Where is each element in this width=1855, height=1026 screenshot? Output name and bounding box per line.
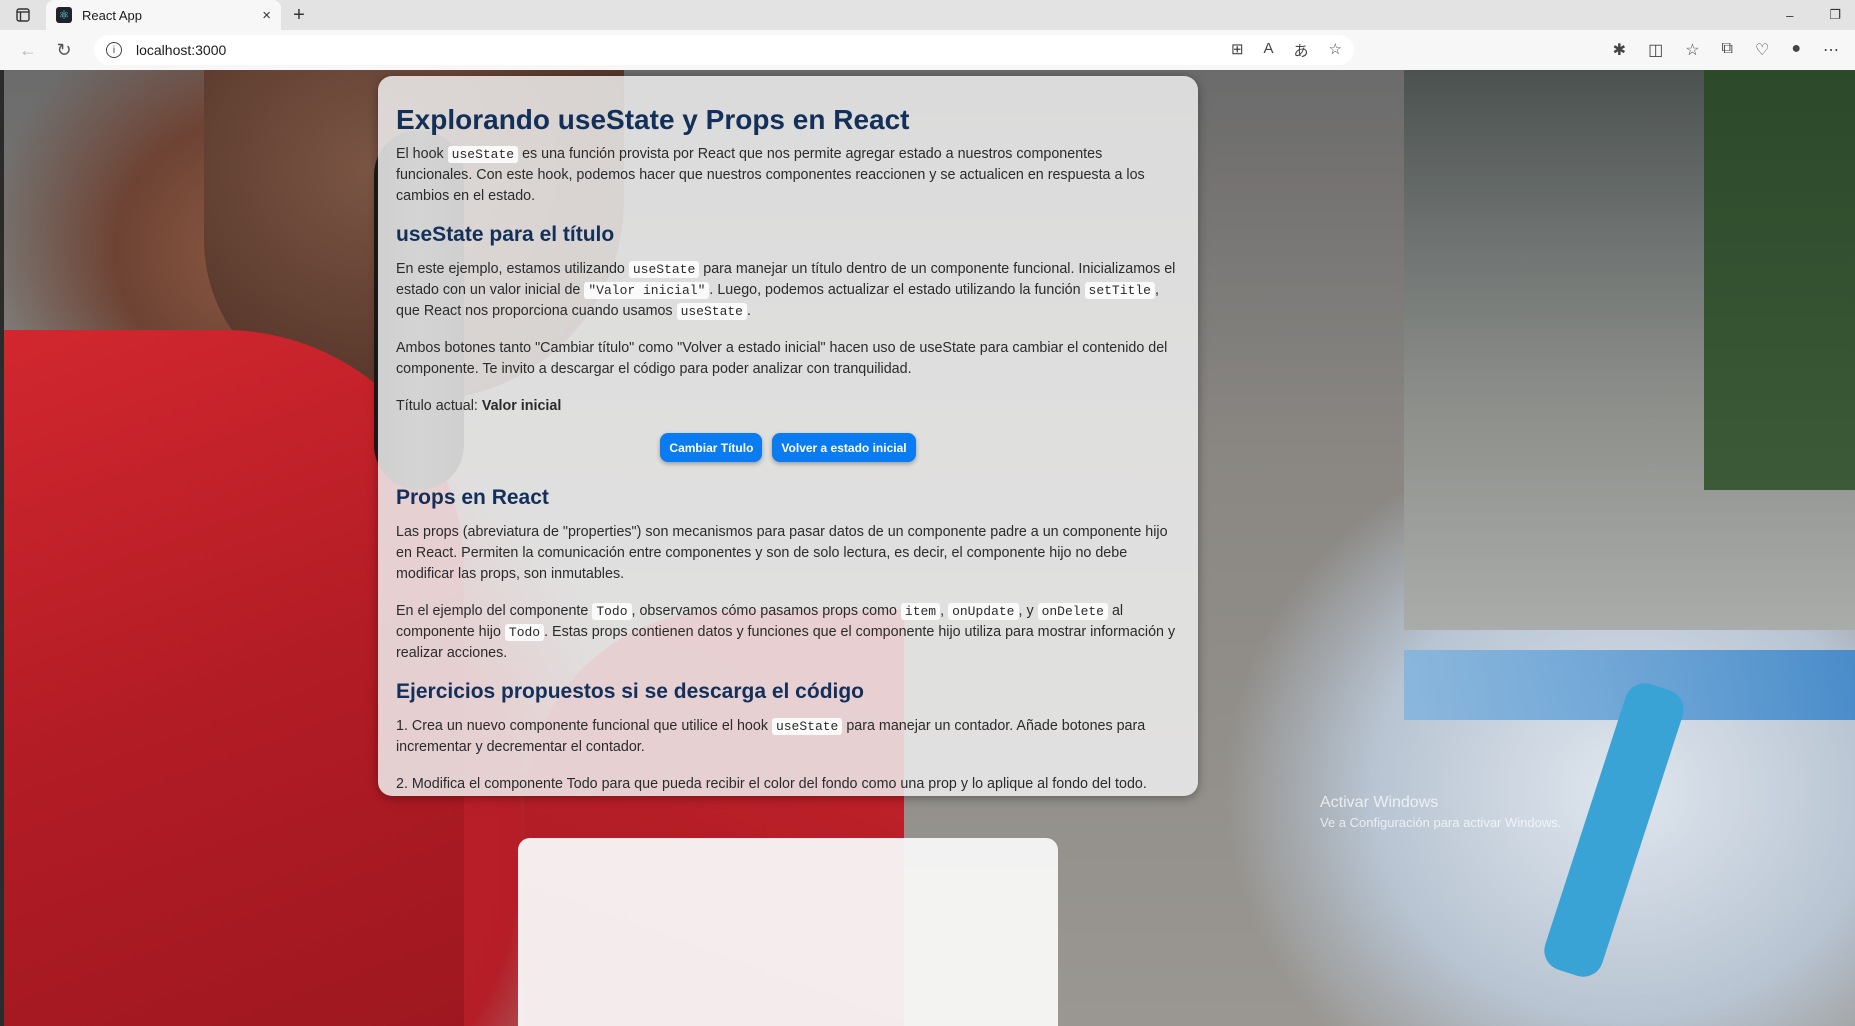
extensions-icon[interactable]: ✱: [1613, 40, 1626, 60]
usestate-paragraph: En este ejemplo, estamos utilizando useS…: [396, 261, 1176, 320]
app-available-icon[interactable]: ⊞: [1231, 40, 1244, 61]
code-ondelete: onDelete: [1037, 603, 1108, 620]
url-text[interactable]: localhost:3000: [136, 42, 1231, 58]
content-card: Explorando useState y Props en React El …: [378, 76, 1198, 796]
code-usestate: useState: [676, 303, 747, 320]
intro-paragraph: El hook useState es una función provista…: [396, 146, 1145, 204]
tab-actions-icon[interactable]: [0, 0, 46, 30]
restore-icon[interactable]: ❐: [1829, 7, 1841, 23]
site-info-icon[interactable]: i: [106, 42, 122, 58]
new-tab-button[interactable]: +: [281, 0, 317, 30]
current-title-label: Título actual:: [396, 398, 482, 414]
profile-icon[interactable]: ●: [1791, 40, 1801, 60]
current-title-value: Valor inicial: [481, 398, 562, 414]
tab-bar: ⚛ React App × + – ❐: [0, 0, 1855, 30]
second-card: [518, 838, 1058, 1026]
split-screen-icon[interactable]: ◫: [1648, 40, 1663, 60]
address-bar: ← ↻ i localhost:3000 ⊞ A あ ☆ ✱ ◫ ☆ ⧉ ♡ ●…: [0, 30, 1855, 70]
props-example-paragraph: En el ejemplo del componente Todo, obser…: [396, 603, 1176, 661]
watermark-subtitle: Ve a Configuración para activar Windows.: [1320, 815, 1562, 830]
favorite-star-icon[interactable]: ☆: [1329, 40, 1342, 61]
reset-title-button[interactable]: Volver a estado inicial: [772, 433, 916, 462]
browser-tab[interactable]: ⚛ React App ×: [46, 0, 281, 30]
browser-toolbar: ✱ ◫ ☆ ⧉ ♡ ● ⋯: [1613, 40, 1845, 60]
refresh-icon[interactable]: ↻: [46, 34, 82, 66]
code-usestate: useState: [628, 261, 700, 278]
url-field[interactable]: i localhost:3000 ⊞ A あ ☆: [94, 35, 1354, 65]
collections-icon[interactable]: ⧉: [1722, 40, 1733, 60]
translate-icon[interactable]: あ: [1294, 40, 1309, 61]
exercise-2: 2. Modifica el componente Todo para que …: [396, 776, 1147, 792]
page-title: Explorando useState y Props en React: [396, 104, 910, 135]
code-usestate: useState: [447, 146, 519, 163]
buttons-explanation: Ambos botones tanto "Cambiar título" com…: [396, 340, 1168, 377]
code-item: item: [900, 603, 941, 620]
code-todo: Todo: [592, 603, 632, 620]
props-heading: Props en React: [396, 486, 549, 509]
favorites-icon[interactable]: ☆: [1685, 40, 1699, 60]
usestate-heading: useState para el título: [396, 223, 615, 246]
more-icon[interactable]: ⋯: [1823, 40, 1839, 60]
windows-activation-watermark: Activar Windows Ve a Configuración para …: [1320, 793, 1561, 833]
minimize-icon[interactable]: –: [1786, 8, 1793, 23]
url-inline-icons: ⊞ A あ ☆: [1231, 40, 1342, 61]
browser-essentials-icon[interactable]: ♡: [1755, 40, 1769, 60]
code-usestate: useState: [771, 718, 843, 735]
props-paragraph: Las props (abreviatura de "properties") …: [396, 524, 1168, 582]
code-onupdate: onUpdate: [948, 603, 1019, 620]
watermark-title: Activar Windows: [1320, 794, 1439, 811]
code-initial-value: "Valor inicial": [584, 282, 710, 299]
page-viewport: Explorando useState y Props en React El …: [4, 70, 1855, 1026]
tab-title: React App: [82, 7, 142, 23]
current-title: Título actual: Valor inicial: [396, 396, 1180, 417]
react-favicon-icon: ⚛: [56, 7, 72, 23]
background-pen: [1539, 678, 1689, 982]
exercise-1: 1. Crea un nuevo componente funcional qu…: [396, 718, 1146, 755]
close-tab-icon[interactable]: ×: [262, 7, 271, 24]
code-todo: Todo: [504, 624, 545, 641]
background-green-area: [1704, 70, 1855, 490]
change-title-button[interactable]: Cambiar Título: [660, 433, 763, 462]
back-icon[interactable]: ←: [10, 34, 46, 66]
title-buttons: Cambiar Título Volver a estado inicial: [396, 433, 1180, 462]
code-settitle: setTitle: [1084, 282, 1155, 299]
window-controls: – ❐: [1786, 0, 1855, 30]
read-aloud-icon[interactable]: A: [1264, 40, 1274, 61]
exercises-heading: Ejercicios propuestos si se descarga el …: [396, 680, 865, 703]
